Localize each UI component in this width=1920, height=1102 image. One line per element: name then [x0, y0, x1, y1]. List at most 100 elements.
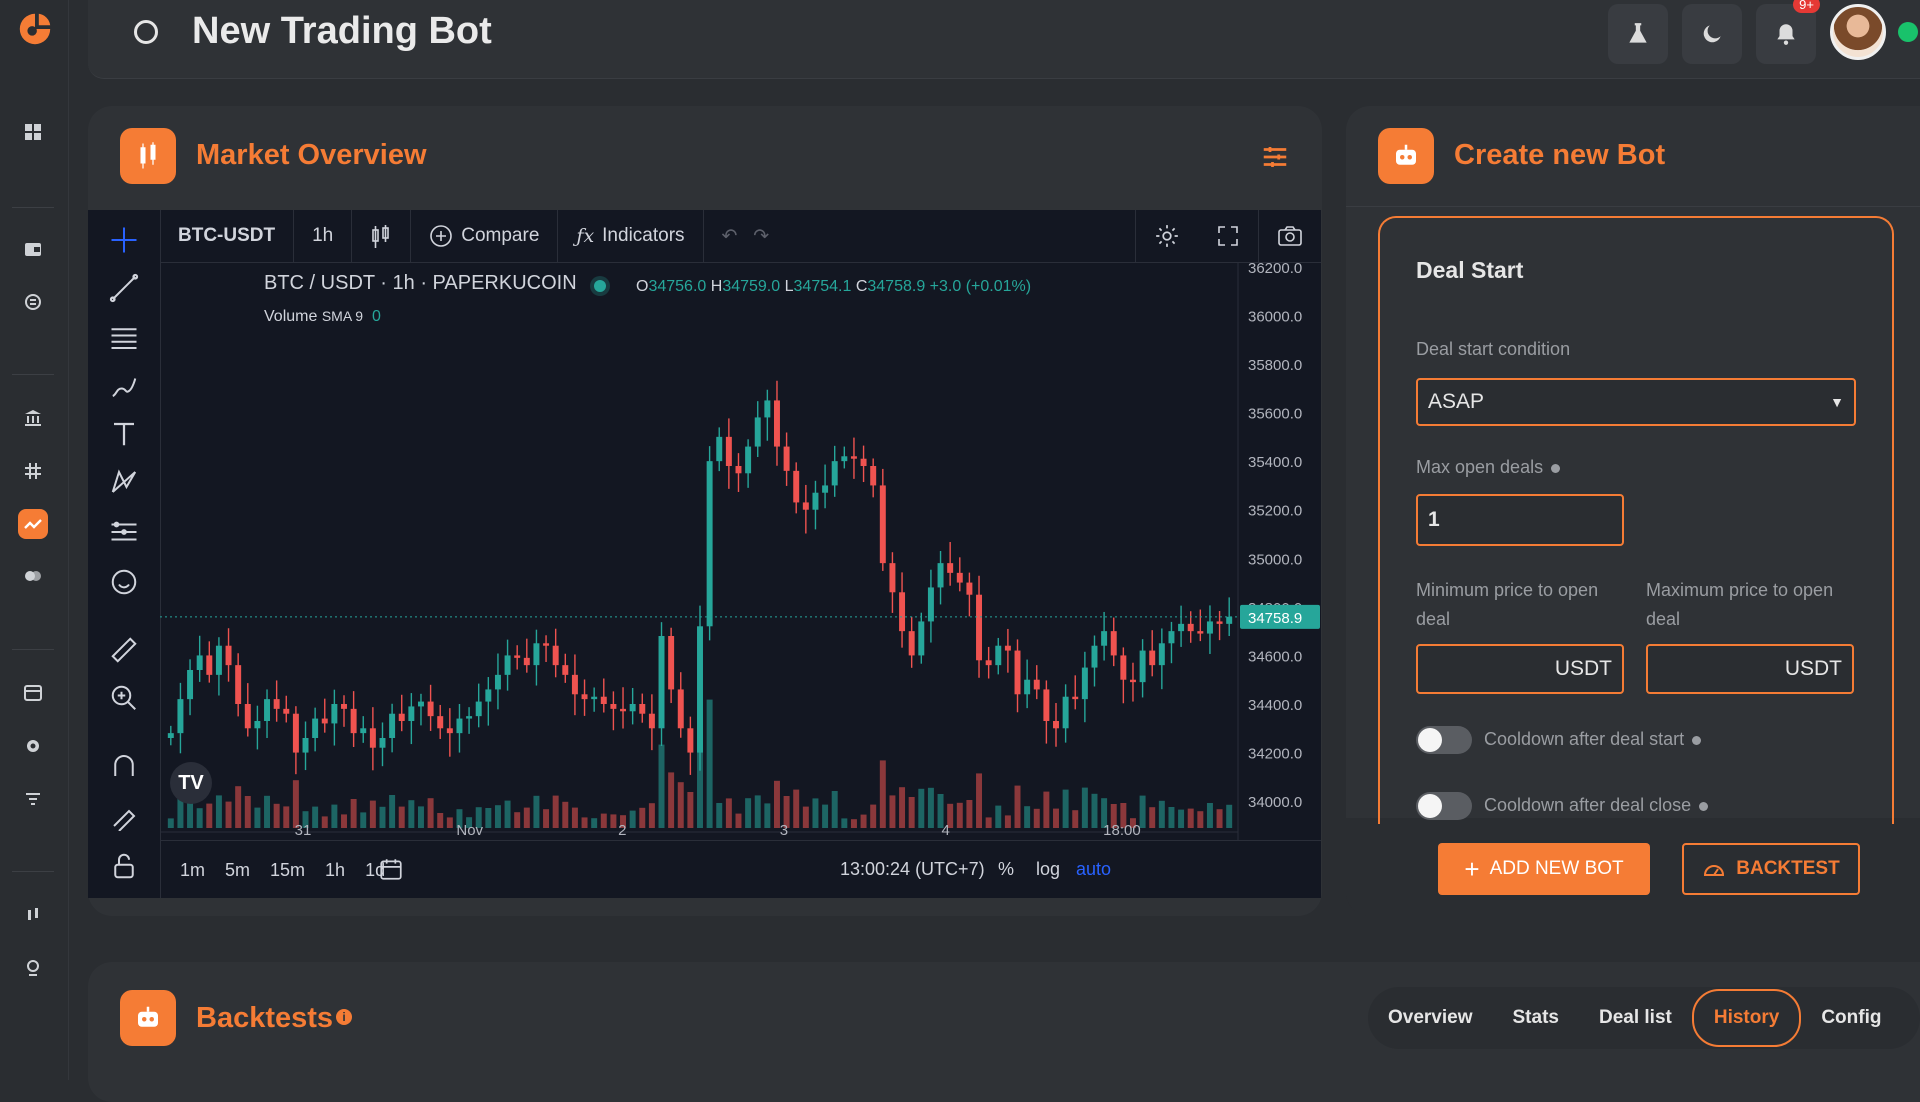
add-new-bot-button[interactable]: + ADD NEW BOT [1438, 843, 1650, 895]
candle [1187, 623, 1194, 632]
candle [1043, 689, 1050, 721]
info-dot-icon[interactable] [1551, 463, 1561, 473]
emoji-icon[interactable] [108, 566, 140, 598]
candle [966, 582, 973, 595]
candle [533, 643, 540, 666]
candle [504, 655, 511, 675]
zoom-in-icon[interactable] [108, 682, 140, 714]
tab-stats[interactable]: Stats [1493, 991, 1579, 1045]
text-tool-icon[interactable] [108, 418, 140, 450]
cooldown-close-toggle[interactable] [1416, 792, 1472, 820]
settings-icon[interactable] [18, 731, 48, 761]
exchange-icon[interactable] [18, 287, 48, 317]
auto-scale-toggle[interactable]: auto [1076, 859, 1111, 880]
drawing-toolbar [88, 210, 161, 898]
candle [360, 728, 367, 734]
candles-icon[interactable] [18, 900, 48, 930]
chart-type-candles-icon[interactable] [352, 210, 412, 262]
volume-bar [1149, 807, 1156, 828]
tab-deal-list[interactable]: Deal list [1579, 991, 1692, 1045]
theme-moon-icon[interactable] [1682, 4, 1742, 64]
arbitrage-icon[interactable] [18, 561, 48, 591]
pattern-icon[interactable] [108, 466, 140, 498]
volume-bar [485, 808, 492, 828]
wallet-icon[interactable] [18, 234, 48, 264]
app-logo-icon[interactable] [16, 10, 54, 48]
range-button[interactable]: 1h [317, 860, 353, 881]
crosshair-icon[interactable] [108, 224, 140, 256]
cooldown-start-toggle[interactable] [1416, 726, 1472, 754]
filter-icon[interactable] [18, 784, 48, 814]
sliders-icon[interactable] [1260, 142, 1290, 172]
info-icon[interactable]: i [336, 1009, 352, 1025]
log-scale-toggle[interactable]: log [1036, 859, 1060, 880]
indicators-button[interactable]: ƒx Indicators [558, 210, 704, 262]
flask-icon[interactable] [1608, 4, 1668, 64]
fib-retracement-icon[interactable] [108, 322, 140, 354]
notifications-bell-icon[interactable]: 9+ [1756, 0, 1820, 64]
y-axis-tick-label: 34400.0 [1248, 697, 1302, 714]
table-icon[interactable] [18, 678, 48, 708]
symbol-selector[interactable]: BTC-USDT [160, 210, 295, 262]
bank-icon[interactable] [18, 403, 48, 433]
brush-icon[interactable] [108, 370, 140, 402]
date-range-calendar-icon[interactable] [378, 856, 404, 882]
compare-button[interactable]: Compare [411, 210, 559, 262]
info-dot-icon[interactable] [1699, 801, 1709, 811]
volume-bar [321, 816, 328, 828]
percent-scale-toggle[interactable]: % [998, 859, 1014, 880]
deal-start-condition-select[interactable]: ASAP ▼ [1416, 378, 1856, 426]
avatar[interactable] [1830, 4, 1886, 60]
camera-screenshot-icon[interactable] [1258, 210, 1321, 262]
volume-bar [812, 798, 819, 828]
tab-config[interactable]: Config [1801, 991, 1901, 1045]
indicators-label: Indicators [602, 225, 685, 246]
status-circle-icon[interactable] [134, 20, 158, 44]
interval-selector[interactable]: 1h [294, 210, 353, 262]
y-axis-tick-label: 35800.0 [1248, 357, 1302, 374]
y-axis-tick-label: 34000.0 [1248, 794, 1302, 811]
support-icon[interactable] [18, 953, 48, 983]
dashboard-icon[interactable] [18, 117, 48, 147]
undo-redo[interactable]: ↶ ↷ [704, 210, 788, 262]
candle [446, 728, 453, 734]
candle [235, 665, 242, 704]
fullscreen-icon[interactable] [1198, 210, 1258, 262]
tab-history[interactable]: History [1691, 989, 1802, 1047]
volume-bar [1168, 807, 1175, 828]
min-price-input[interactable]: USDT [1416, 644, 1624, 694]
chart-settings-gear-icon[interactable] [1135, 210, 1198, 262]
info-dot-icon[interactable] [1692, 735, 1702, 745]
candle [870, 466, 877, 486]
x-axis-tick-label: 4 [941, 822, 949, 839]
range-button[interactable]: 15m [262, 860, 313, 881]
range-button[interactable]: 5m [217, 860, 258, 881]
volume-bar [398, 806, 405, 828]
magnet-icon[interactable] [108, 750, 140, 782]
deal-start-condition-value: ASAP [1428, 390, 1485, 413]
prediction-icon[interactable] [108, 516, 140, 548]
open-label: O [636, 278, 649, 295]
price-chart-plot[interactable]: 36200.0 36000.0 35800.0 35600.0 35400.0 35200… [160, 262, 1321, 840]
candle [947, 563, 954, 573]
tradingview-logo-icon[interactable]: TV [170, 762, 212, 804]
range-button[interactable]: 1m [172, 860, 213, 881]
tab-overview[interactable]: Overview [1368, 991, 1493, 1045]
ruler-icon[interactable] [108, 634, 140, 666]
candle [1158, 643, 1165, 666]
lock-icon[interactable] [108, 850, 140, 882]
volume-bar [514, 812, 521, 828]
trend-line-icon[interactable] [108, 272, 140, 304]
volume-bar [533, 795, 540, 828]
max-open-deals-input[interactable]: 1 [1416, 494, 1624, 546]
volume-bar [1091, 793, 1098, 828]
backtest-button[interactable]: BACKTEST [1682, 843, 1860, 895]
volume-bar [571, 807, 578, 828]
y-axis-tick-label: 36000.0 [1248, 308, 1302, 325]
y-axis-tick-label: 35000.0 [1248, 551, 1302, 568]
trading-bot-icon[interactable] [18, 509, 48, 539]
max-price-input[interactable]: USDT [1646, 644, 1854, 694]
lock-drawing-icon[interactable] [108, 800, 140, 832]
volume-bar [341, 814, 347, 828]
grid-bot-icon[interactable] [18, 456, 48, 486]
